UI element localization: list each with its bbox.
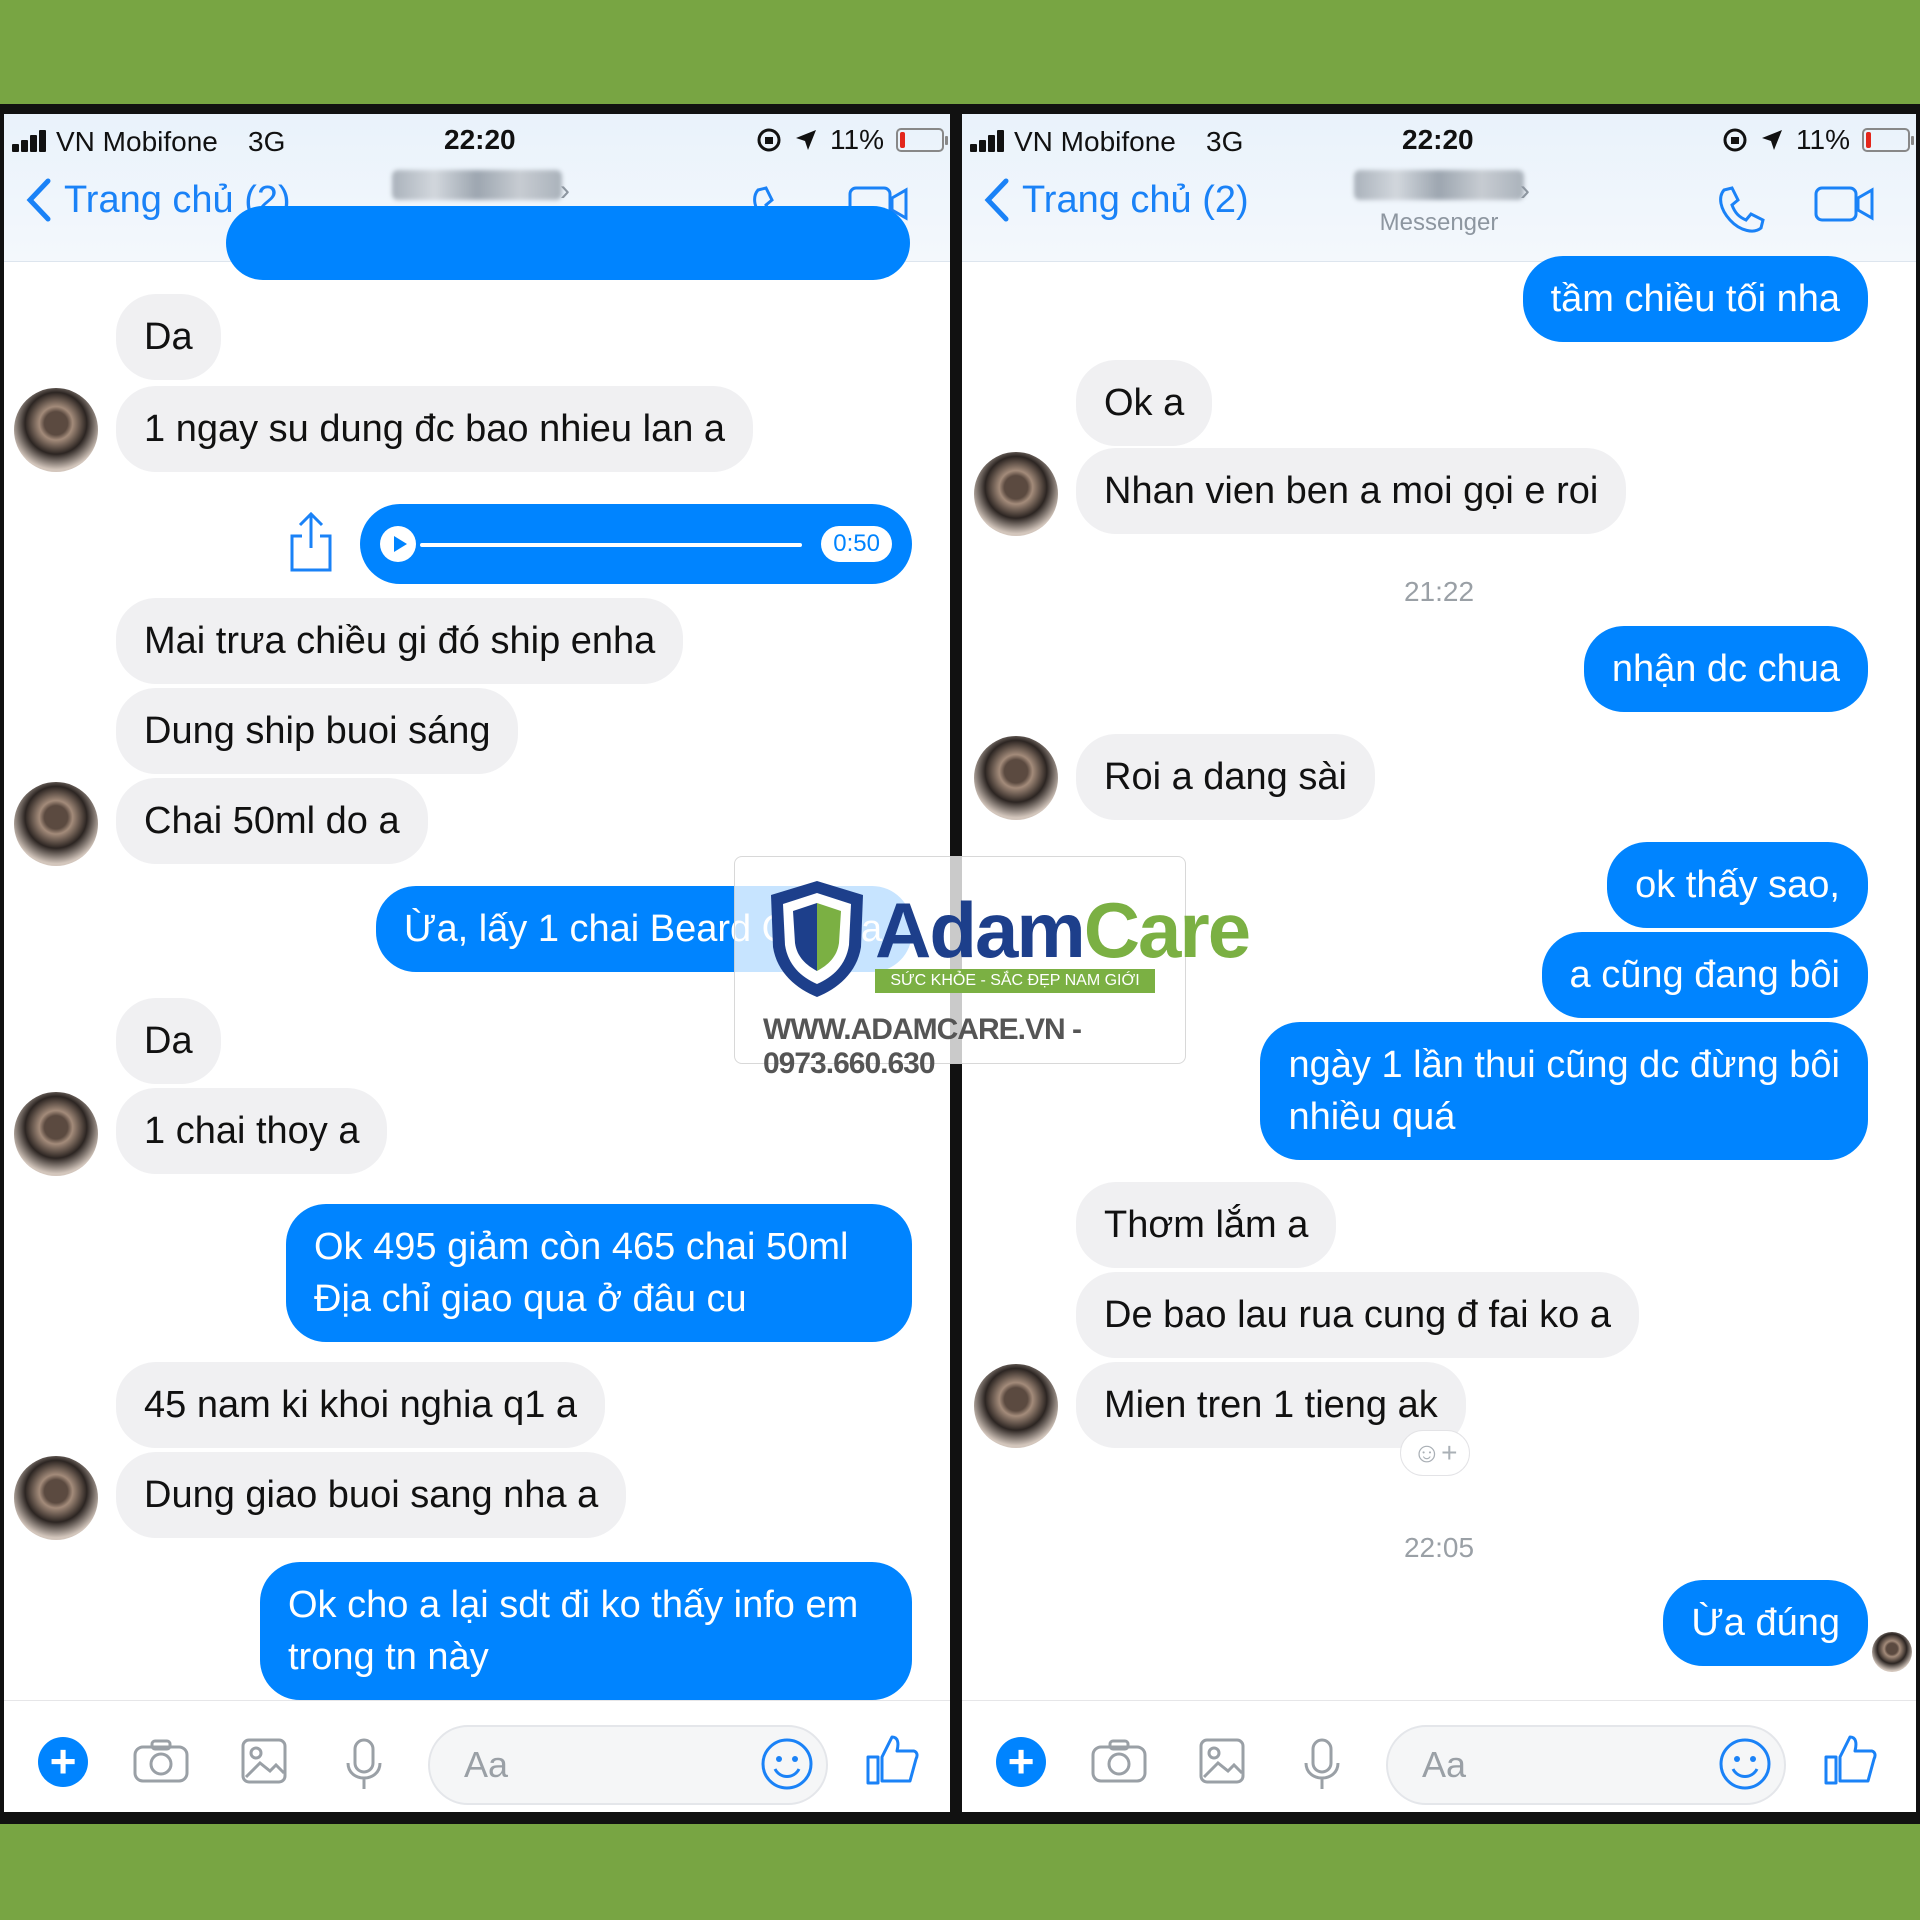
message-bubble[interactable]: 1 chai thoy a <box>116 1088 388 1174</box>
shield-logo-icon <box>771 881 863 997</box>
message-bubble[interactable]: Roi a dang sài <box>1076 734 1375 820</box>
avatar[interactable] <box>14 1456 98 1540</box>
avatar[interactable] <box>974 452 1058 536</box>
status-icons: 11% <box>1722 124 1914 156</box>
microphone-icon[interactable] <box>344 1737 384 1791</box>
message-bubble[interactable]: Dung giao buoi sang nha a <box>116 1452 627 1538</box>
avatar[interactable] <box>14 388 98 472</box>
like-icon[interactable] <box>864 1731 920 1787</box>
message-bubble[interactable]: 45 nam ki khoi nghia q1 a <box>116 1362 606 1448</box>
message-bubble[interactable]: ngày 1 lần thui cũng dc đừng bôi nhiều q… <box>1260 1022 1868 1160</box>
message-line: ngày 1 lần thui cũng dc đừng bôi <box>1288 1044 1840 1086</box>
status-icons: 11% <box>756 124 948 156</box>
network-label: 3G <box>1206 126 1244 157</box>
call-actions <box>1714 184 1876 236</box>
play-icon[interactable] <box>380 526 416 562</box>
status-bar: VN Mobifone 3G 22:20 11% <box>4 122 950 162</box>
add-reaction-icon[interactable]: ☺+ <box>1400 1430 1470 1476</box>
message-line: Ok cho a lại sdt đi ko thấy info em <box>288 1584 859 1626</box>
status-bar: VN Mobifone 3G 22:20 11% <box>962 122 1916 162</box>
nav-bar: VN Mobifone 3G 22:20 11% Trang chủ (2) M… <box>962 114 1916 262</box>
contact-name-blurred <box>392 170 562 200</box>
message-bubble[interactable]: Da <box>116 998 221 1084</box>
message-bubble[interactable]: 1 ngay su dung đc bao nhieu lan a <box>116 386 754 472</box>
share-icon[interactable] <box>286 510 336 574</box>
emoji-icon[interactable] <box>760 1737 814 1791</box>
chevron-right-icon: › <box>560 174 570 207</box>
message-bubble[interactable]: Ok a <box>1076 360 1213 446</box>
voice-message[interactable]: 0:50 <box>360 504 912 584</box>
message-bubble[interactable]: Ok 495 giảm còn 465 chai 50ml Địa chỉ gi… <box>286 1204 912 1342</box>
seen-avatar <box>1872 1632 1912 1672</box>
timestamp: 22:05 <box>1403 1532 1475 1563</box>
location-arrow-icon <box>1762 130 1783 150</box>
battery-percent: 11% <box>1796 124 1850 155</box>
composer-bar: + Aa <box>4 1700 950 1812</box>
message-bubble[interactable]: nhận dc chua <box>1583 626 1868 712</box>
microphone-icon[interactable] <box>1302 1737 1342 1791</box>
message-line: trong tn này <box>288 1636 489 1678</box>
carrier-label: VN Mobifone <box>56 126 218 157</box>
adamcare-watermark: AdamCare SỨC KHỎE - SẮC ĐẸP NAM GIỚI WWW… <box>734 856 1251 1080</box>
message-bubble[interactable]: ok thấy sao, <box>1607 842 1868 928</box>
camera-icon[interactable] <box>1090 1737 1148 1785</box>
voice-duration: 0:50 <box>821 526 892 562</box>
message-bubble[interactable]: Mai trưa chiều gi đó ship enha <box>116 598 684 684</box>
carrier-label: VN Mobifone <box>1014 126 1176 157</box>
location-arrow-icon <box>796 130 817 150</box>
message-bubble[interactable]: De bao lau rua cung đ fai ko a <box>1076 1272 1640 1358</box>
chevron-right-icon: › <box>1520 174 1530 207</box>
image-icon[interactable] <box>240 1737 288 1785</box>
add-icon[interactable]: + <box>38 1737 88 1787</box>
add-icon[interactable]: + <box>996 1737 1046 1787</box>
status-time: 22:20 <box>444 124 516 155</box>
camera-icon[interactable] <box>132 1737 190 1785</box>
orientation-lock-icon <box>757 128 781 152</box>
message-line: Ok 495 giảm còn 465 chai 50ml <box>314 1226 849 1268</box>
status-time: 22:20 <box>1402 124 1474 155</box>
battery-icon <box>1862 128 1914 152</box>
avatar[interactable] <box>974 736 1058 820</box>
message-bubble[interactable]: Da <box>116 294 221 380</box>
message-bubble[interactable]: Chai 50ml do a <box>116 778 428 864</box>
message-bubble-cutoff[interactable] <box>226 206 910 280</box>
brand-name: AdamCare <box>875 886 1251 974</box>
message-bubble[interactable]: Ok cho a lại sdt đi ko thấy info em tron… <box>260 1562 912 1700</box>
phone-icon[interactable] <box>1714 184 1766 236</box>
message-line: Địa chỉ giao qua ở đâu cu <box>314 1278 747 1320</box>
message-line: nhiều quá <box>1288 1096 1456 1138</box>
message-bubble[interactable]: Ừa đúng <box>1663 1580 1868 1666</box>
like-icon[interactable] <box>1822 1731 1878 1787</box>
message-bubble[interactable]: Dung ship buoi sáng <box>116 688 519 774</box>
composer-bar: + Aa <box>962 1700 1916 1812</box>
message-bubble[interactable]: tầm chiều tối nha <box>1522 256 1868 342</box>
signal-icon <box>970 130 1010 152</box>
timestamp: 21:22 <box>1403 576 1475 607</box>
brand-url: WWW.ADAMCARE.VN - 0973.660.630 <box>763 1013 1082 1080</box>
video-call-icon[interactable] <box>1814 184 1876 224</box>
brand-tagline: SỨC KHỎE - SẮC ĐẸP NAM GIỚI <box>875 969 1155 993</box>
voice-progress-track[interactable] <box>420 543 802 547</box>
signal-icon <box>12 130 52 152</box>
avatar[interactable] <box>14 1092 98 1176</box>
avatar[interactable] <box>974 1364 1058 1448</box>
message-bubble[interactable]: a cũng đang bôi <box>1541 932 1868 1018</box>
avatar[interactable] <box>14 782 98 866</box>
battery-percent: 11% <box>830 124 884 155</box>
orientation-lock-icon <box>1723 128 1747 152</box>
emoji-icon[interactable] <box>1718 1737 1772 1791</box>
image-icon[interactable] <box>1198 1737 1246 1785</box>
battery-icon <box>896 128 948 152</box>
message-bubble[interactable]: Thơm lắm a <box>1076 1182 1337 1268</box>
contact-name-blurred <box>1354 170 1524 200</box>
network-label: 3G <box>248 126 286 157</box>
message-bubble[interactable]: Nhan vien ben a moi gọi e roi <box>1076 448 1627 534</box>
